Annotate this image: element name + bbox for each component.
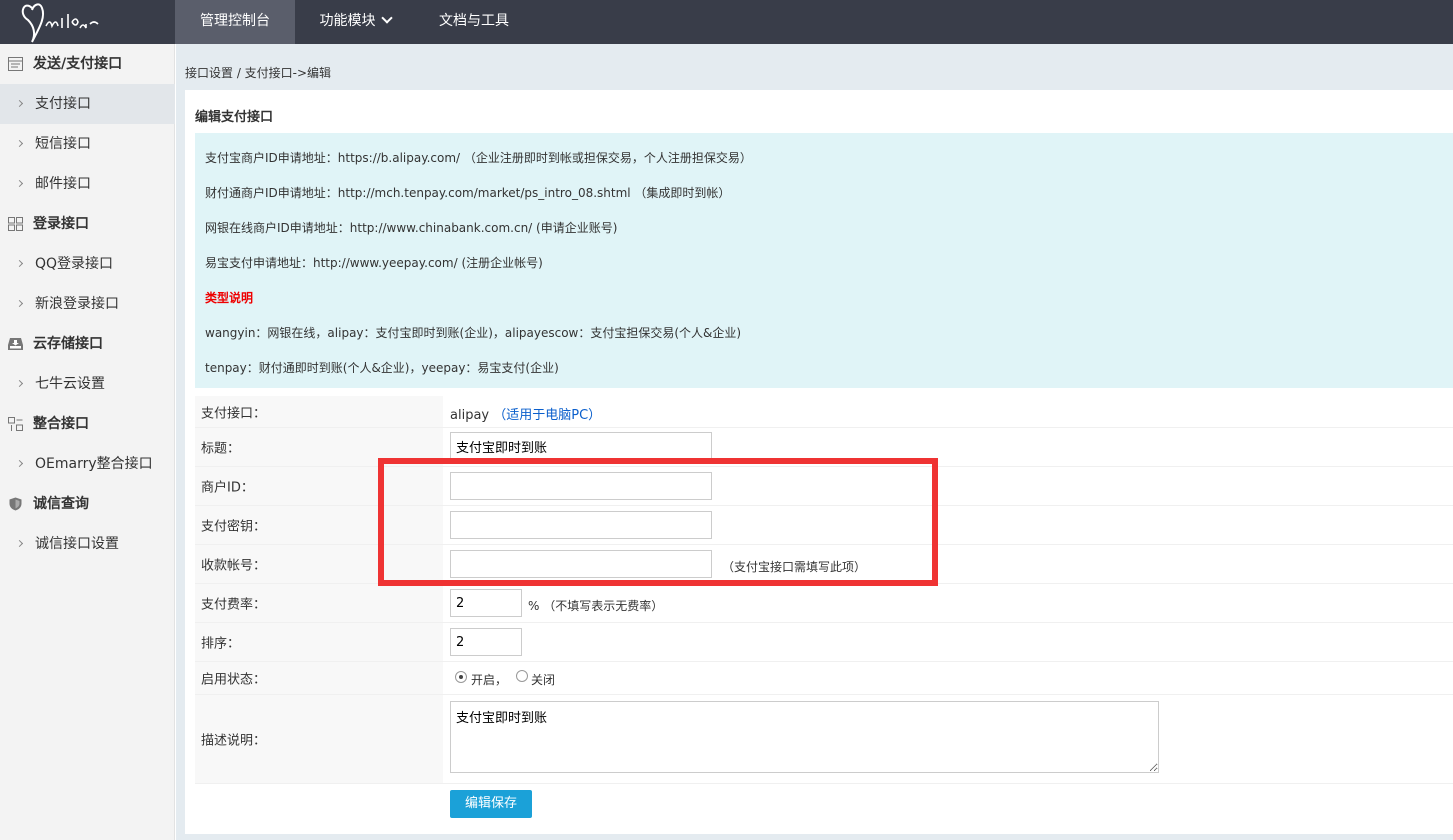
chevron-right-icon bbox=[15, 259, 24, 268]
breadcrumb: 接口设置 / 支付接口->编辑 bbox=[185, 66, 332, 80]
status-on-label[interactable]: 开启， bbox=[471, 671, 507, 688]
account-hint: （支付宝接口需填写此项） bbox=[722, 560, 867, 574]
grid-icon bbox=[8, 217, 23, 231]
row-sort: 排序： bbox=[195, 623, 1453, 662]
chevron-down-icon bbox=[380, 12, 393, 24]
interface-value: alipay bbox=[450, 408, 490, 423]
window-list-icon bbox=[8, 57, 23, 71]
info-box: 支付宝商户ID申请地址：https://b.alipay.com/ （企业注册即… bbox=[195, 133, 1453, 388]
row-title: 标题： bbox=[195, 428, 1453, 467]
row-interface: 支付接口： alipay （适用于电脑PC） bbox=[195, 396, 1453, 428]
page-title: 编辑支付接口 bbox=[195, 110, 274, 125]
sidebar-item-credit-settings[interactable]: 诚信接口设置 bbox=[0, 524, 175, 564]
sidebar-group-integration[interactable]: 整合接口 bbox=[0, 404, 175, 444]
interface-note: （适用于电脑PC） bbox=[493, 408, 602, 423]
sidebar: 发送/支付接口 支付接口 短信接口 邮件接口 登录接口 QQ登录接口 新浪登录接… bbox=[0, 44, 175, 840]
row-description: 描述说明： 支付宝即时到账 bbox=[195, 695, 1453, 784]
chevron-right-icon bbox=[15, 139, 24, 148]
title-input[interactable] bbox=[450, 432, 712, 460]
edit-panel: 编辑支付接口 支付宝商户ID申请地址：https://b.alipay.com/… bbox=[185, 90, 1453, 834]
save-button[interactable]: 编辑保存 bbox=[450, 790, 532, 818]
sidebar-item-weibo-login[interactable]: 新浪登录接口 bbox=[0, 284, 175, 324]
info-chinabank: 网银在线商户ID申请地址：http://www.chinabank.com.cn… bbox=[205, 221, 618, 235]
nav-modules[interactable]: 功能模块 bbox=[295, 0, 415, 44]
sidebar-item-oemarry[interactable]: OEmarry整合接口 bbox=[0, 444, 175, 484]
info-types-1: wangyin：网银在线，alipay：支付宝即时到账(企业)，alipayes… bbox=[205, 326, 742, 340]
chevron-right-icon bbox=[15, 379, 24, 388]
status-off-label[interactable]: 关闭 bbox=[531, 671, 555, 688]
row-secret-key: 支付密钥： bbox=[195, 506, 1453, 545]
chevron-right-icon bbox=[15, 99, 24, 108]
logo[interactable] bbox=[0, 0, 175, 44]
top-navbar: 管理控制台 功能模块 文档与工具 bbox=[0, 0, 1453, 44]
account-input[interactable] bbox=[450, 550, 712, 578]
sidebar-item-qq-login[interactable]: QQ登录接口 bbox=[0, 244, 175, 284]
sort-input[interactable] bbox=[450, 628, 522, 656]
info-type-heading: 类型说明 bbox=[205, 291, 254, 305]
merchant-id-input[interactable] bbox=[450, 472, 712, 500]
fee-rate-input[interactable] bbox=[450, 589, 522, 617]
sidebar-item-email[interactable]: 邮件接口 bbox=[0, 164, 175, 204]
nav-docs-tools[interactable]: 文档与工具 bbox=[415, 0, 533, 44]
row-fee-rate: 支付费率： % （不填写表示无费率） bbox=[195, 584, 1453, 623]
status-on-radio[interactable] bbox=[455, 671, 467, 683]
sidebar-item-payment[interactable]: 支付接口 bbox=[0, 84, 175, 124]
row-merchant-id: 商户ID： bbox=[195, 467, 1453, 506]
sidebar-group-cloud-storage[interactable]: 云存储接口 bbox=[0, 324, 175, 364]
sidebar-group-send-pay[interactable]: 发送/支付接口 bbox=[0, 44, 175, 84]
main-content: 接口设置 / 支付接口->编辑 编辑支付接口 支付宝商户ID申请地址：https… bbox=[176, 44, 1453, 840]
sidebar-item-qiniu[interactable]: 七牛云设置 bbox=[0, 364, 175, 404]
chevron-right-icon bbox=[15, 539, 24, 548]
info-yeepay: 易宝支付申请地址：http://www.yeepay.com/ (注册企业帐号) bbox=[205, 256, 543, 270]
info-tenpay: 财付通商户ID申请地址：http://mch.tenpay.com/market… bbox=[205, 186, 731, 200]
chevron-right-icon bbox=[15, 299, 24, 308]
chevron-right-icon bbox=[15, 179, 24, 188]
hard-drive-icon bbox=[8, 338, 23, 350]
puzzle-icon bbox=[8, 417, 23, 431]
shield-icon bbox=[9, 497, 22, 511]
row-status: 启用状态： 开启， 关闭 bbox=[195, 662, 1453, 695]
sidebar-group-credit[interactable]: 诚信查询 bbox=[0, 484, 175, 524]
nav-dashboard[interactable]: 管理控制台 bbox=[175, 0, 295, 44]
status-off-radio[interactable] bbox=[516, 670, 528, 682]
row-account: 收款帐号： （支付宝接口需填写此项） bbox=[195, 545, 1453, 584]
sidebar-item-sms[interactable]: 短信接口 bbox=[0, 124, 175, 164]
chevron-right-icon bbox=[15, 459, 24, 468]
sidebar-group-login[interactable]: 登录接口 bbox=[0, 204, 175, 244]
logo-icon bbox=[21, 3, 99, 43]
fee-rate-hint: % （不填写表示无费率） bbox=[528, 599, 664, 613]
info-types-2: tenpay：财付通即时到账(个人&企业)，yeepay：易宝支付(企业) bbox=[205, 361, 559, 375]
secret-key-input[interactable] bbox=[450, 511, 712, 539]
description-textarea[interactable]: 支付宝即时到账 bbox=[450, 701, 1159, 773]
info-alipay: 支付宝商户ID申请地址：https://b.alipay.com/ （企业注册即… bbox=[205, 151, 752, 165]
